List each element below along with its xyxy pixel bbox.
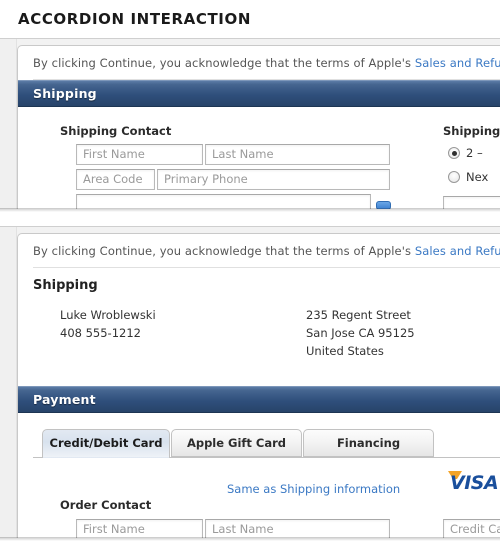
credit-card-number-input[interactable]: Credit Ca bbox=[443, 519, 500, 538]
shipping-summary-address-line2: San Jose CA 95125 bbox=[306, 326, 415, 340]
legal-text-2: By clicking Continue, you acknowledge th… bbox=[33, 244, 415, 258]
shipping-primary-phone-input[interactable]: Primary Phone bbox=[157, 169, 390, 190]
visa-logo: VISA bbox=[448, 470, 500, 494]
sales-refund-policy-link[interactable]: Sales and Refund Policy bbox=[415, 56, 500, 70]
shipping-summary-name: Luke Wroblewski bbox=[60, 308, 156, 322]
page-gutter-left bbox=[0, 39, 17, 209]
shipping-summary-address-line1: 235 Regent Street bbox=[306, 308, 411, 322]
checkout-card-top: By clicking Continue, you acknowledge th… bbox=[17, 45, 500, 209]
panel-divider-shadow-top bbox=[0, 208, 500, 212]
shipping-address-input[interactable] bbox=[76, 194, 371, 209]
shipping-method-option-2day-label: 2 – bbox=[466, 146, 483, 160]
radio-icon-unselected bbox=[448, 171, 460, 183]
shipping-contact-heading: Shipping Contact bbox=[60, 124, 172, 138]
order-first-name-input[interactable]: First Name bbox=[76, 519, 203, 538]
section-header-shipping-label: Shipping bbox=[33, 86, 97, 101]
order-last-name-input[interactable]: Last Name bbox=[205, 519, 390, 538]
tab-apple-gift-card[interactable]: Apple Gift Card bbox=[171, 429, 302, 457]
shipping-summary-phone: 408 555-1212 bbox=[60, 326, 141, 340]
page-gutter-left-2 bbox=[0, 227, 17, 538]
shipping-method-option-2day[interactable]: 2 – bbox=[448, 146, 483, 160]
accordion-panel-collapsed: By clicking Continue, you acknowledge th… bbox=[0, 226, 500, 538]
checkout-card-bottom: By clicking Continue, you acknowledge th… bbox=[17, 233, 500, 538]
shipping-area-code-input[interactable]: Area Code bbox=[76, 169, 155, 190]
section-header-payment[interactable]: Payment bbox=[18, 386, 500, 413]
legal-continue-notice-2: By clicking Continue, you acknowledge th… bbox=[33, 244, 500, 258]
radio-icon-selected bbox=[448, 147, 460, 159]
shipping-method-heading: Shipping M bbox=[443, 124, 500, 138]
legal-text: By clicking Continue, you acknowledge th… bbox=[33, 56, 415, 70]
shipping-first-name-input[interactable]: First Name bbox=[76, 144, 203, 165]
shipping-last-name-input[interactable]: Last Name bbox=[205, 144, 390, 165]
tab-credit-debit-card[interactable]: Credit/Debit Card bbox=[42, 429, 170, 458]
page-title: ACCORDION INTERACTION bbox=[18, 10, 251, 28]
svg-text:VISA: VISA bbox=[450, 472, 498, 492]
shipping-method-option-nextday[interactable]: Nex bbox=[448, 170, 488, 184]
shipping-method-option-nextday-label: Nex bbox=[466, 170, 489, 184]
panel-divider-shadow-bottom bbox=[0, 537, 500, 541]
legal-divider-2 bbox=[33, 267, 500, 268]
payment-method-tabs: Credit/Debit Card Apple Gift Card Financ… bbox=[18, 428, 500, 458]
legal-continue-notice: By clicking Continue, you acknowledge th… bbox=[33, 56, 500, 70]
same-as-shipping-link[interactable]: Same as Shipping information bbox=[227, 482, 400, 496]
order-contact-heading: Order Contact bbox=[60, 498, 152, 512]
shipping-summary-address-line3: United States bbox=[306, 344, 384, 358]
sales-refund-policy-link-2[interactable]: Sales and Refund Policy bbox=[415, 244, 500, 258]
screenshot-root: ACCORDION INTERACTION By clicking Contin… bbox=[0, 0, 500, 554]
section-header-payment-label: Payment bbox=[33, 392, 96, 407]
accordion-panel-open: By clicking Continue, you acknowledge th… bbox=[0, 38, 500, 209]
tab-financing[interactable]: Financing bbox=[303, 429, 434, 457]
shipping-summary-heading: Shipping bbox=[33, 278, 98, 293]
section-header-shipping[interactable]: Shipping bbox=[18, 80, 500, 107]
